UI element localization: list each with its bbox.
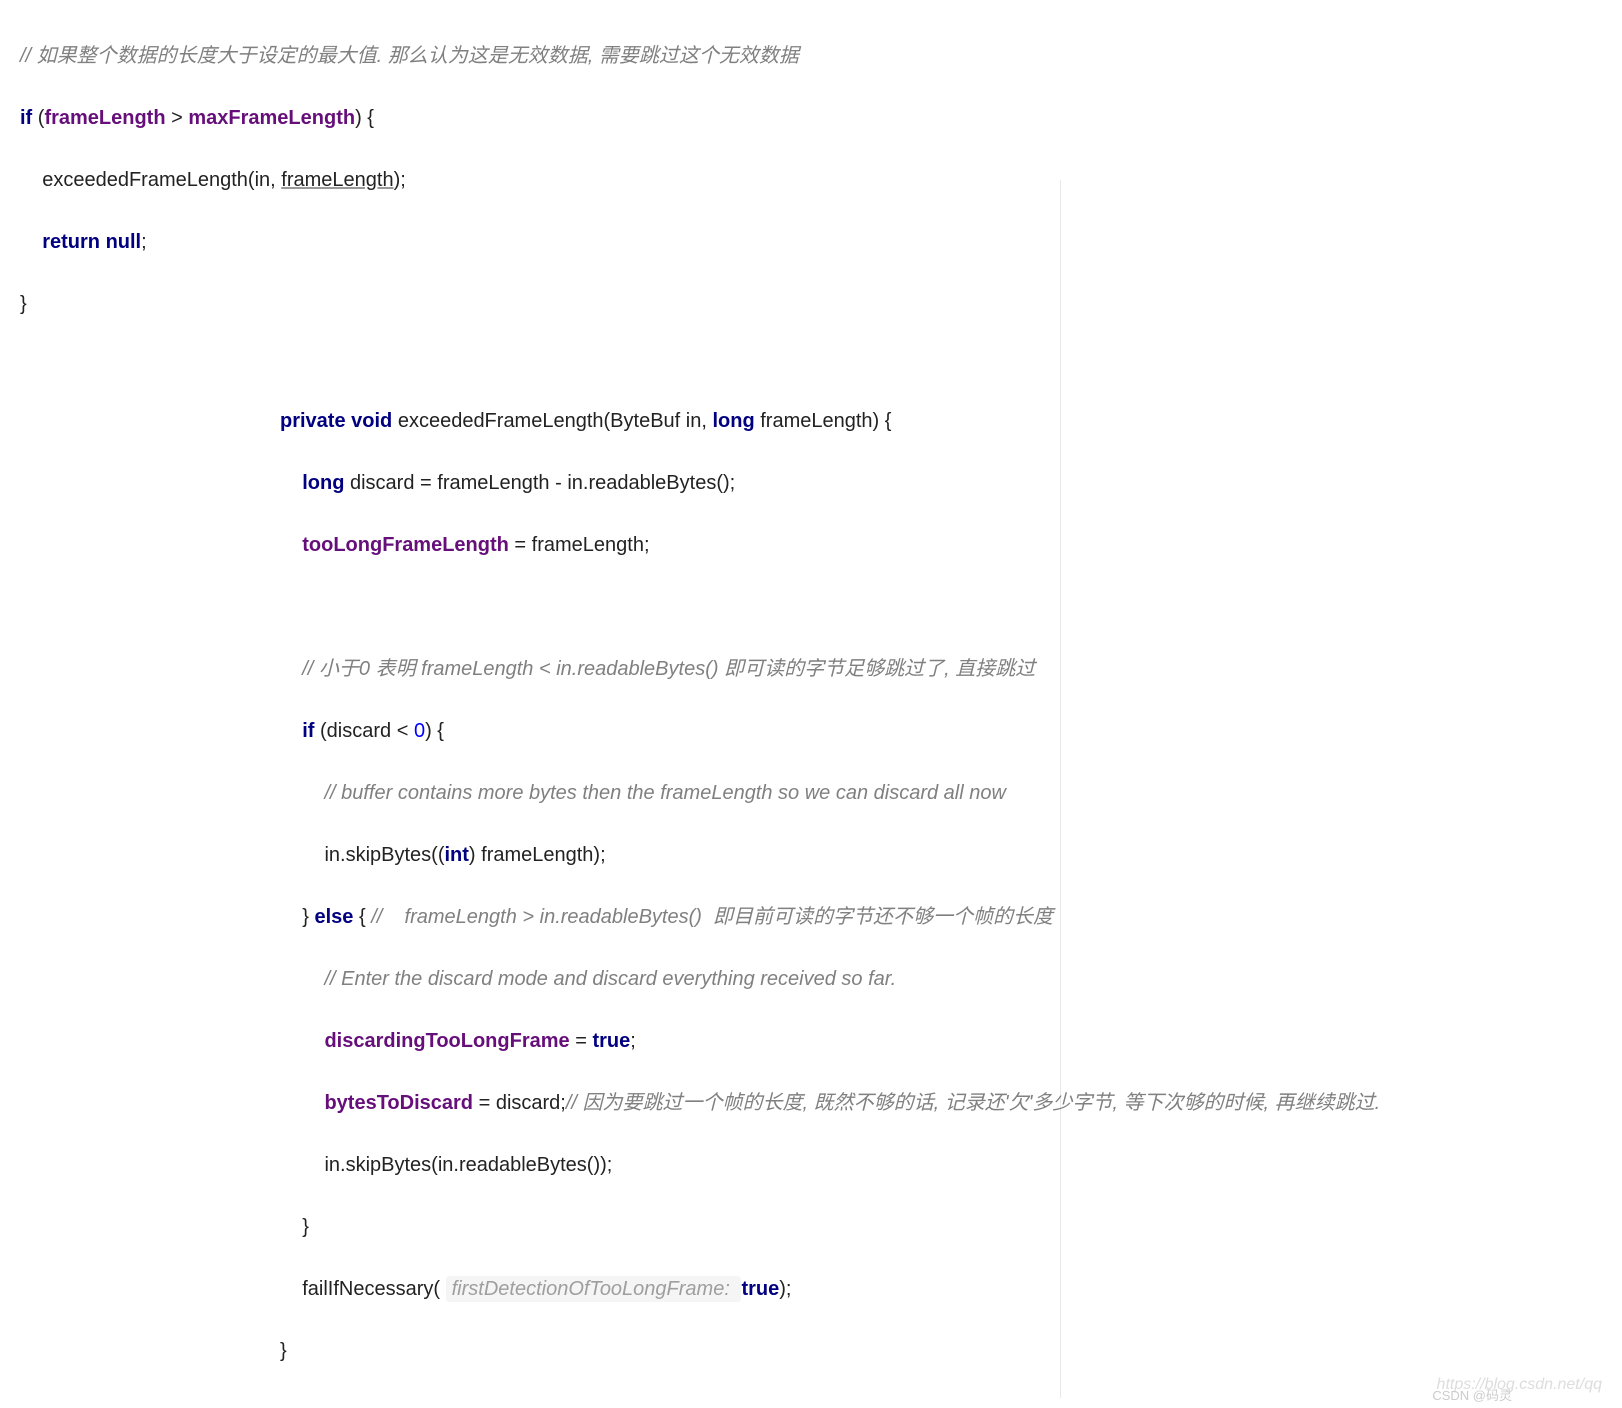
code-block-2: private void exceededFrameLength(ByteBuf… bbox=[280, 375, 1602, 1398]
comment-text: // frameLength > in.readableBytes() 即目前可… bbox=[371, 906, 1053, 928]
code-text: failIfNecessary( bbox=[280, 1278, 446, 1300]
code-text: ) { bbox=[425, 720, 444, 742]
code-text: } bbox=[280, 1340, 287, 1362]
code-text: = discard; bbox=[473, 1092, 566, 1114]
code-text: ; bbox=[141, 231, 147, 253]
code-text: ( bbox=[32, 107, 44, 129]
code-text: in.skipBytes(in.readableBytes()); bbox=[280, 1154, 612, 1176]
field-discardingTooLongFrame: discardingTooLongFrame bbox=[280, 1030, 570, 1052]
comment-text: // 如果整个数据的长度大于设定的最大值. 那么认为这是无效数据, 需要跳过这个… bbox=[20, 45, 799, 67]
code-text: > bbox=[166, 107, 189, 129]
keyword-long: long bbox=[280, 472, 344, 494]
field-bytesToDiscard: bytesToDiscard bbox=[280, 1092, 473, 1114]
code-block-1: // 如果整个数据的长度大于设定的最大值. 那么认为这是无效数据, 需要跳过这个… bbox=[20, 10, 1602, 351]
code-text: } bbox=[20, 293, 27, 315]
comment-text: // Enter the discard mode and discard ev… bbox=[280, 968, 896, 990]
code-text: frameLength) { bbox=[755, 410, 892, 432]
keyword-true: true bbox=[741, 1278, 779, 1300]
code-text: = bbox=[570, 1030, 593, 1052]
code-text: } bbox=[280, 906, 314, 928]
code-text: = frameLength; bbox=[509, 534, 650, 556]
keyword-int: int bbox=[444, 844, 468, 866]
code-text: ); bbox=[779, 1278, 791, 1300]
comment-text: // 因为要跳过一个帧的长度, 既然不够的话, 记录还'欠'多少字节, 等下次够… bbox=[566, 1092, 1380, 1114]
code-text: exceededFrameLength(in, bbox=[20, 169, 281, 191]
keyword-true: true bbox=[592, 1030, 630, 1052]
keyword-return-null: return null bbox=[20, 231, 141, 253]
number-literal: 0 bbox=[414, 720, 425, 742]
comment-text: // buffer contains more bytes then the f… bbox=[280, 782, 1006, 804]
keyword-if: if bbox=[280, 720, 314, 742]
code-text: ) { bbox=[355, 107, 374, 129]
code-text: ; bbox=[630, 1030, 636, 1052]
keyword-if: if bbox=[20, 107, 32, 129]
code-text: ) frameLength); bbox=[469, 844, 606, 866]
underlined-arg: frameLength bbox=[281, 169, 393, 191]
field-frameLength: frameLength bbox=[44, 107, 165, 129]
keyword-long: long bbox=[712, 410, 754, 432]
code-text: in.skipBytes(( bbox=[280, 844, 444, 866]
keyword-private-void: private void bbox=[280, 410, 392, 432]
comment-text: // 小于0 表明 frameLength < in.readableBytes… bbox=[280, 658, 1035, 680]
code-text: ); bbox=[394, 169, 406, 191]
blank-line bbox=[280, 596, 286, 618]
code-text: (discard < bbox=[314, 720, 413, 742]
field-maxFrameLength: maxFrameLength bbox=[188, 107, 355, 129]
code-text: } bbox=[280, 1216, 309, 1238]
code-text: discard = frameLength - in.readableBytes… bbox=[344, 472, 735, 494]
code-text: { bbox=[353, 906, 371, 928]
method-name: exceededFrameLength(ByteBuf in, bbox=[392, 410, 712, 432]
keyword-else: else bbox=[314, 906, 353, 928]
parameter-hint: firstDetectionOfTooLongFrame: bbox=[446, 1276, 742, 1302]
field-tooLongFrameLength: tooLongFrameLength bbox=[280, 534, 509, 556]
